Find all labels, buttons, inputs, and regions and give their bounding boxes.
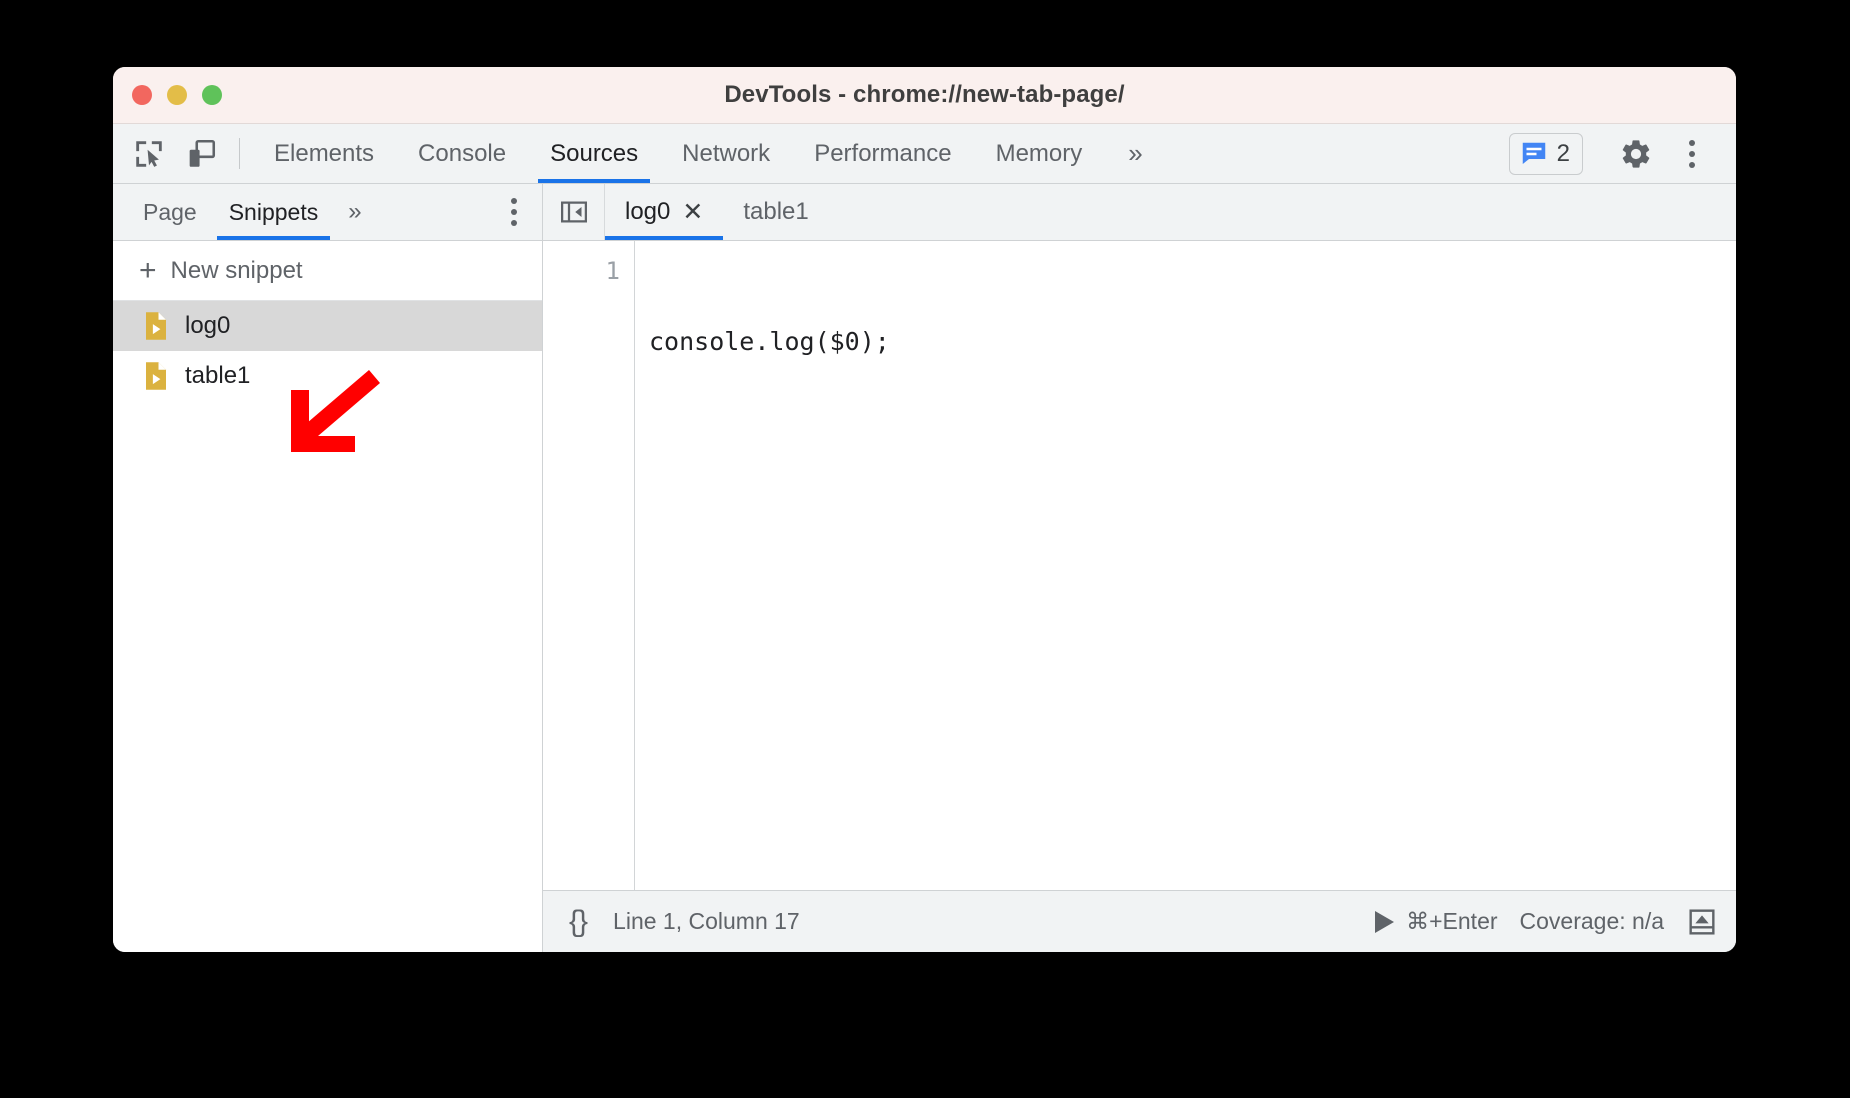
tab-elements[interactable]: Elements [252,124,396,183]
tab-console-label: Console [418,139,507,167]
maximize-window-button[interactable] [202,85,222,105]
show-drawer-icon [1689,908,1715,935]
chevron-double-right-icon: » [348,198,362,225]
navigator-tab-bar: Page Snippets » [113,184,542,241]
close-window-button[interactable] [132,85,152,105]
run-snippet-button[interactable]: ⌘+Enter [1375,908,1498,935]
tab-memory-label: Memory [995,139,1083,167]
code-editor[interactable]: 1 console.log($0); [543,241,1736,890]
navigator-more-options-button[interactable] [486,184,542,240]
new-snippet-label: New snippet [170,256,303,284]
window-title: DevTools - chrome://new-tab-page/ [724,81,1125,108]
snippet-file-icon [146,362,166,390]
devtools-window: DevTools - chrome://new-tab-page/ Elemen… [113,67,1736,952]
chevron-double-right-icon: » [1128,138,1143,168]
panel-overflow-button[interactable]: » [1104,124,1166,183]
snippet-item-label: table1 [185,362,251,389]
editor-tab-log0[interactable]: log0 ✕ [605,184,724,240]
devtools-main-toolbar: Elements Console Sources Network Perform… [113,124,1736,184]
device-toolbar-button[interactable] [175,124,227,183]
editor-pane: log0 ✕ table1 1 console.log($0); {} Line… [543,184,1736,952]
snippet-file-icon [146,312,166,340]
play-icon [1375,910,1395,933]
toolbar-divider [239,138,240,169]
more-vertical-icon [511,198,517,226]
navigator-tab-page-label: Page [143,198,197,225]
status-bar-right-group: ⌘+Enter Coverage: n/a [1375,906,1736,938]
settings-button[interactable] [1608,126,1664,182]
show-drawer-button[interactable] [1686,906,1718,938]
more-vertical-icon [1689,139,1695,168]
close-icon[interactable]: ✕ [682,199,703,225]
window-controls [132,85,222,105]
tab-performance-label: Performance [814,139,952,167]
snippet-list: log0 table1 [113,301,542,952]
code-line: console.log($0); [649,326,890,356]
tab-network[interactable]: Network [660,124,792,183]
cursor-position-label: Line 1, Column 17 [613,908,800,934]
pretty-print-button[interactable]: {} [569,905,588,939]
tab-console[interactable]: Console [396,124,528,183]
console-messages-badge[interactable]: 2 [1508,132,1583,175]
navigator-overflow-button[interactable]: » [334,184,375,240]
tab-performance[interactable]: Performance [792,124,973,183]
snippet-item-label: log0 [185,312,231,339]
code-content[interactable]: console.log($0); [635,241,890,890]
gear-icon [1622,139,1650,168]
navigator-sidebar: Page Snippets » + New snippet log0 table… [113,184,543,952]
tab-sources[interactable]: Sources [528,124,660,183]
panel-tab-list: Elements Console Sources Network Perform… [252,124,1104,183]
line-number: 1 [605,257,620,285]
line-number-gutter: 1 [543,241,635,890]
device-toolbar-icon [189,139,216,167]
editor-tab-table1-label: table1 [743,198,809,225]
sources-panel-body: Page Snippets » + New snippet log0 table… [113,184,1736,952]
coverage-label: Coverage: n/a [1519,908,1664,934]
title-bar: DevTools - chrome://new-tab-page/ [113,67,1736,124]
navigator-tab-page[interactable]: Page [127,184,213,240]
tab-sources-label: Sources [550,139,639,167]
tab-elements-label: Elements [274,139,375,167]
message-bubble-icon [1522,142,1545,164]
plus-icon: + [139,253,157,287]
snippet-item-log0[interactable]: log0 [113,301,542,351]
editor-tab-table1[interactable]: table1 [723,184,828,240]
inspect-element-button[interactable] [123,124,175,183]
tab-memory[interactable]: Memory [974,124,1105,183]
toolbar-right-group: 2 [1508,124,1736,183]
minimize-window-button[interactable] [167,85,187,105]
editor-tab-bar: log0 ✕ table1 [543,184,1736,241]
navigator-tab-snippets[interactable]: Snippets [213,184,335,240]
more-options-button[interactable] [1664,126,1720,182]
snippet-item-table1[interactable]: table1 [113,351,542,401]
collapse-sidebar-icon [560,201,587,223]
navigator-tab-snippets-label: Snippets [228,198,319,225]
console-messages-count: 2 [1556,139,1570,167]
inspect-element-icon [136,140,162,167]
collapse-sidebar-button[interactable] [543,184,605,240]
run-shortcut-label: ⌘+Enter [1406,908,1498,934]
editor-tab-log0-label: log0 [625,198,671,225]
new-snippet-button[interactable]: + New snippet [113,241,542,301]
tab-network-label: Network [682,139,771,167]
editor-status-bar: {} Line 1, Column 17 ⌘+Enter Coverage: n… [543,890,1736,952]
